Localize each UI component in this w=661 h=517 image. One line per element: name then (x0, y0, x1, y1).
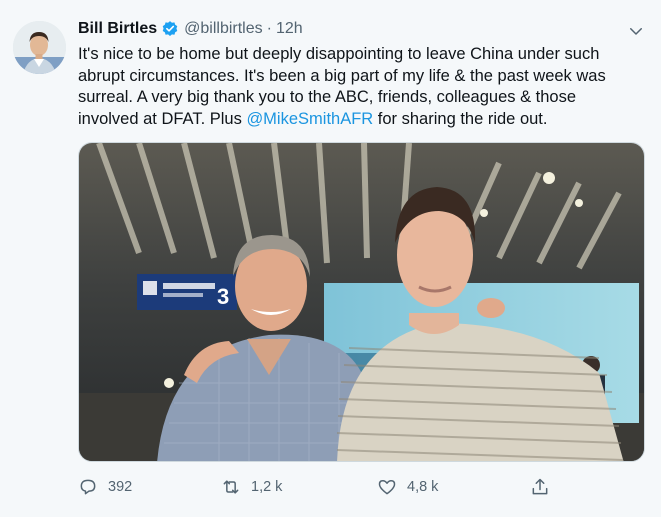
reply-icon (80, 479, 96, 495)
verified-badge-icon (161, 20, 179, 38)
reply-count: 392 (108, 479, 133, 495)
retweet-count: 1,2 k (251, 479, 283, 495)
mention-link[interactable]: @MikeSmithAFR (246, 110, 373, 128)
share-icon (532, 478, 548, 495)
tweet-time[interactable]: 12h (276, 18, 303, 40)
tweet-content: Bill Birtles @billbirtles · 12h It's nic… (78, 18, 638, 130)
gate-sign-number: 3 (217, 284, 229, 309)
tweet-header: Bill Birtles @billbirtles · 12h (78, 18, 638, 40)
separator-dot: · (266, 20, 272, 37)
avatar[interactable] (13, 21, 66, 74)
reply-button[interactable]: 392 (78, 472, 132, 502)
retweet-button[interactable]: 1,2 k (221, 472, 282, 502)
heart-icon (378, 480, 396, 495)
tweet-text: It's nice to be home but deeply disappoi… (78, 44, 638, 130)
tweet[interactable]: Bill Birtles @billbirtles · 12h It's nic… (0, 0, 661, 517)
share-button[interactable] (530, 472, 560, 502)
like-count: 4,8 k (407, 479, 439, 495)
tweet-actions: 392 1,2 k 4,8 k (78, 472, 638, 502)
photo-airport-two-men: 3 (79, 143, 644, 461)
author-handle[interactable]: @billbirtles (184, 18, 262, 40)
retweet-icon (223, 480, 239, 494)
tweet-photo[interactable]: 3 (78, 142, 645, 462)
chevron-down-icon[interactable] (627, 22, 645, 40)
author-name[interactable]: Bill Birtles (78, 18, 157, 40)
tweet-text-part-2: for sharing the ride out. (373, 109, 548, 128)
like-button[interactable]: 4,8 k (377, 472, 438, 502)
